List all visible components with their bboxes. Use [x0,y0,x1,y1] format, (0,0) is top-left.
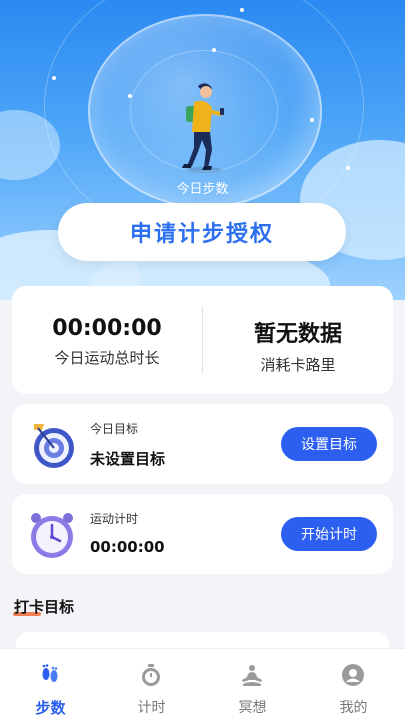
walking-person-icon [182,83,224,173]
request-step-permission-button[interactable]: 申请计步授权 [58,203,346,261]
tab-label: 我的 [339,700,368,716]
sparkle [240,8,244,12]
timer-title: 运动计时 [90,512,139,526]
set-goal-button[interactable]: 设置目标 [281,427,377,461]
duration-value: 00:00:00 [52,316,162,341]
sparkle [310,118,314,122]
tab-timer[interactable]: 计时 [101,649,202,721]
tab-label: 步数 [35,699,66,717]
bottom-tab-bar: 步数 计时 冥想 我的 [0,648,405,721]
user-icon [342,664,364,686]
tab-meditation[interactable]: 冥想 [202,649,303,721]
stats-card: 00:00:00 今日运动总时长 暂无数据 消耗卡路里 [12,286,393,394]
sparkle [212,48,216,52]
calories-label: 消耗卡路里 [260,356,336,374]
steps-caption: 今日步数 [176,182,229,197]
duration-label: 今日运动总时长 [54,349,160,367]
goal-title: 今日目标 [90,422,139,436]
start-timer-button[interactable]: 开始计时 [281,517,377,551]
sparkle [52,76,56,80]
clock-icon [31,513,73,558]
target-icon [34,424,74,468]
checkin-section-title: 打卡目标 [14,598,75,616]
tab-profile[interactable]: 我的 [303,649,404,721]
tab-label: 计时 [137,700,166,716]
daily-goal-card: 今日目标 未设置目标 设置目标 [12,404,393,484]
footprints-icon [42,664,58,682]
calories-value: 暂无数据 [253,322,342,347]
calories-stat: 暂无数据 消耗卡路里 [203,286,393,394]
meditation-icon [242,665,262,686]
stopwatch-icon [142,664,160,686]
goal-value: 未设置目标 [90,450,166,468]
timer-value: 00:00:00 [90,538,165,556]
sparkle [128,94,132,98]
tab-label: 冥想 [238,700,267,716]
sparkle [346,166,350,170]
tab-steps[interactable]: 步数 [0,649,101,721]
duration-stat: 00:00:00 今日运动总时长 [12,286,202,394]
exercise-timer-card: 运动计时 00:00:00 开始计时 [12,494,393,574]
